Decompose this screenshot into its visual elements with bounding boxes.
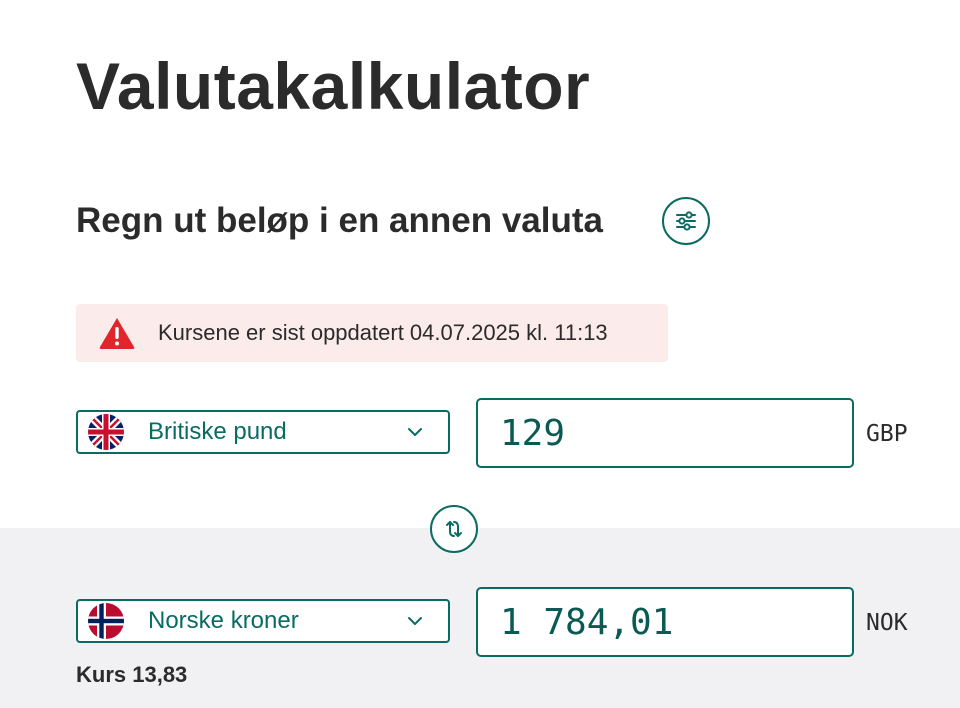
section-heading: Regn ut beløp i en annen valuta	[76, 201, 603, 240]
to-currency-code: NOK	[866, 610, 908, 636]
from-currency-select[interactable]: Britiske pund	[76, 410, 450, 454]
from-amount-input[interactable]	[476, 398, 854, 468]
stale-rates-alert: Kursene er sist oppdatert 04.07.2025 kl.…	[76, 304, 668, 362]
from-currency-label: Britiske pund	[148, 418, 287, 445]
warning-icon	[98, 316, 136, 350]
chevron-down-icon	[408, 428, 422, 436]
uk-flag-icon	[88, 414, 124, 450]
from-currency-code: GBP	[866, 421, 908, 447]
to-amount-input[interactable]	[476, 587, 854, 657]
sliders-icon	[676, 211, 696, 231]
swap-arrows-icon	[446, 521, 462, 537]
alert-text: Kursene er sist oppdatert 04.07.2025 kl.…	[158, 320, 608, 345]
exchange-rate-text: Kurs 13,83	[76, 662, 188, 687]
to-currency-select[interactable]: Norske kroner	[76, 599, 450, 643]
norway-flag-icon	[88, 603, 124, 639]
chevron-down-icon	[408, 617, 422, 625]
currency-calculator-page: Valutakalkulator Regn ut beløp i en anne…	[0, 0, 960, 708]
to-currency-label: Norske kroner	[148, 607, 299, 634]
swap-currencies-button[interactable]	[430, 505, 478, 553]
page-title: Valutakalkulator	[76, 49, 591, 123]
settings-button[interactable]	[662, 197, 710, 245]
